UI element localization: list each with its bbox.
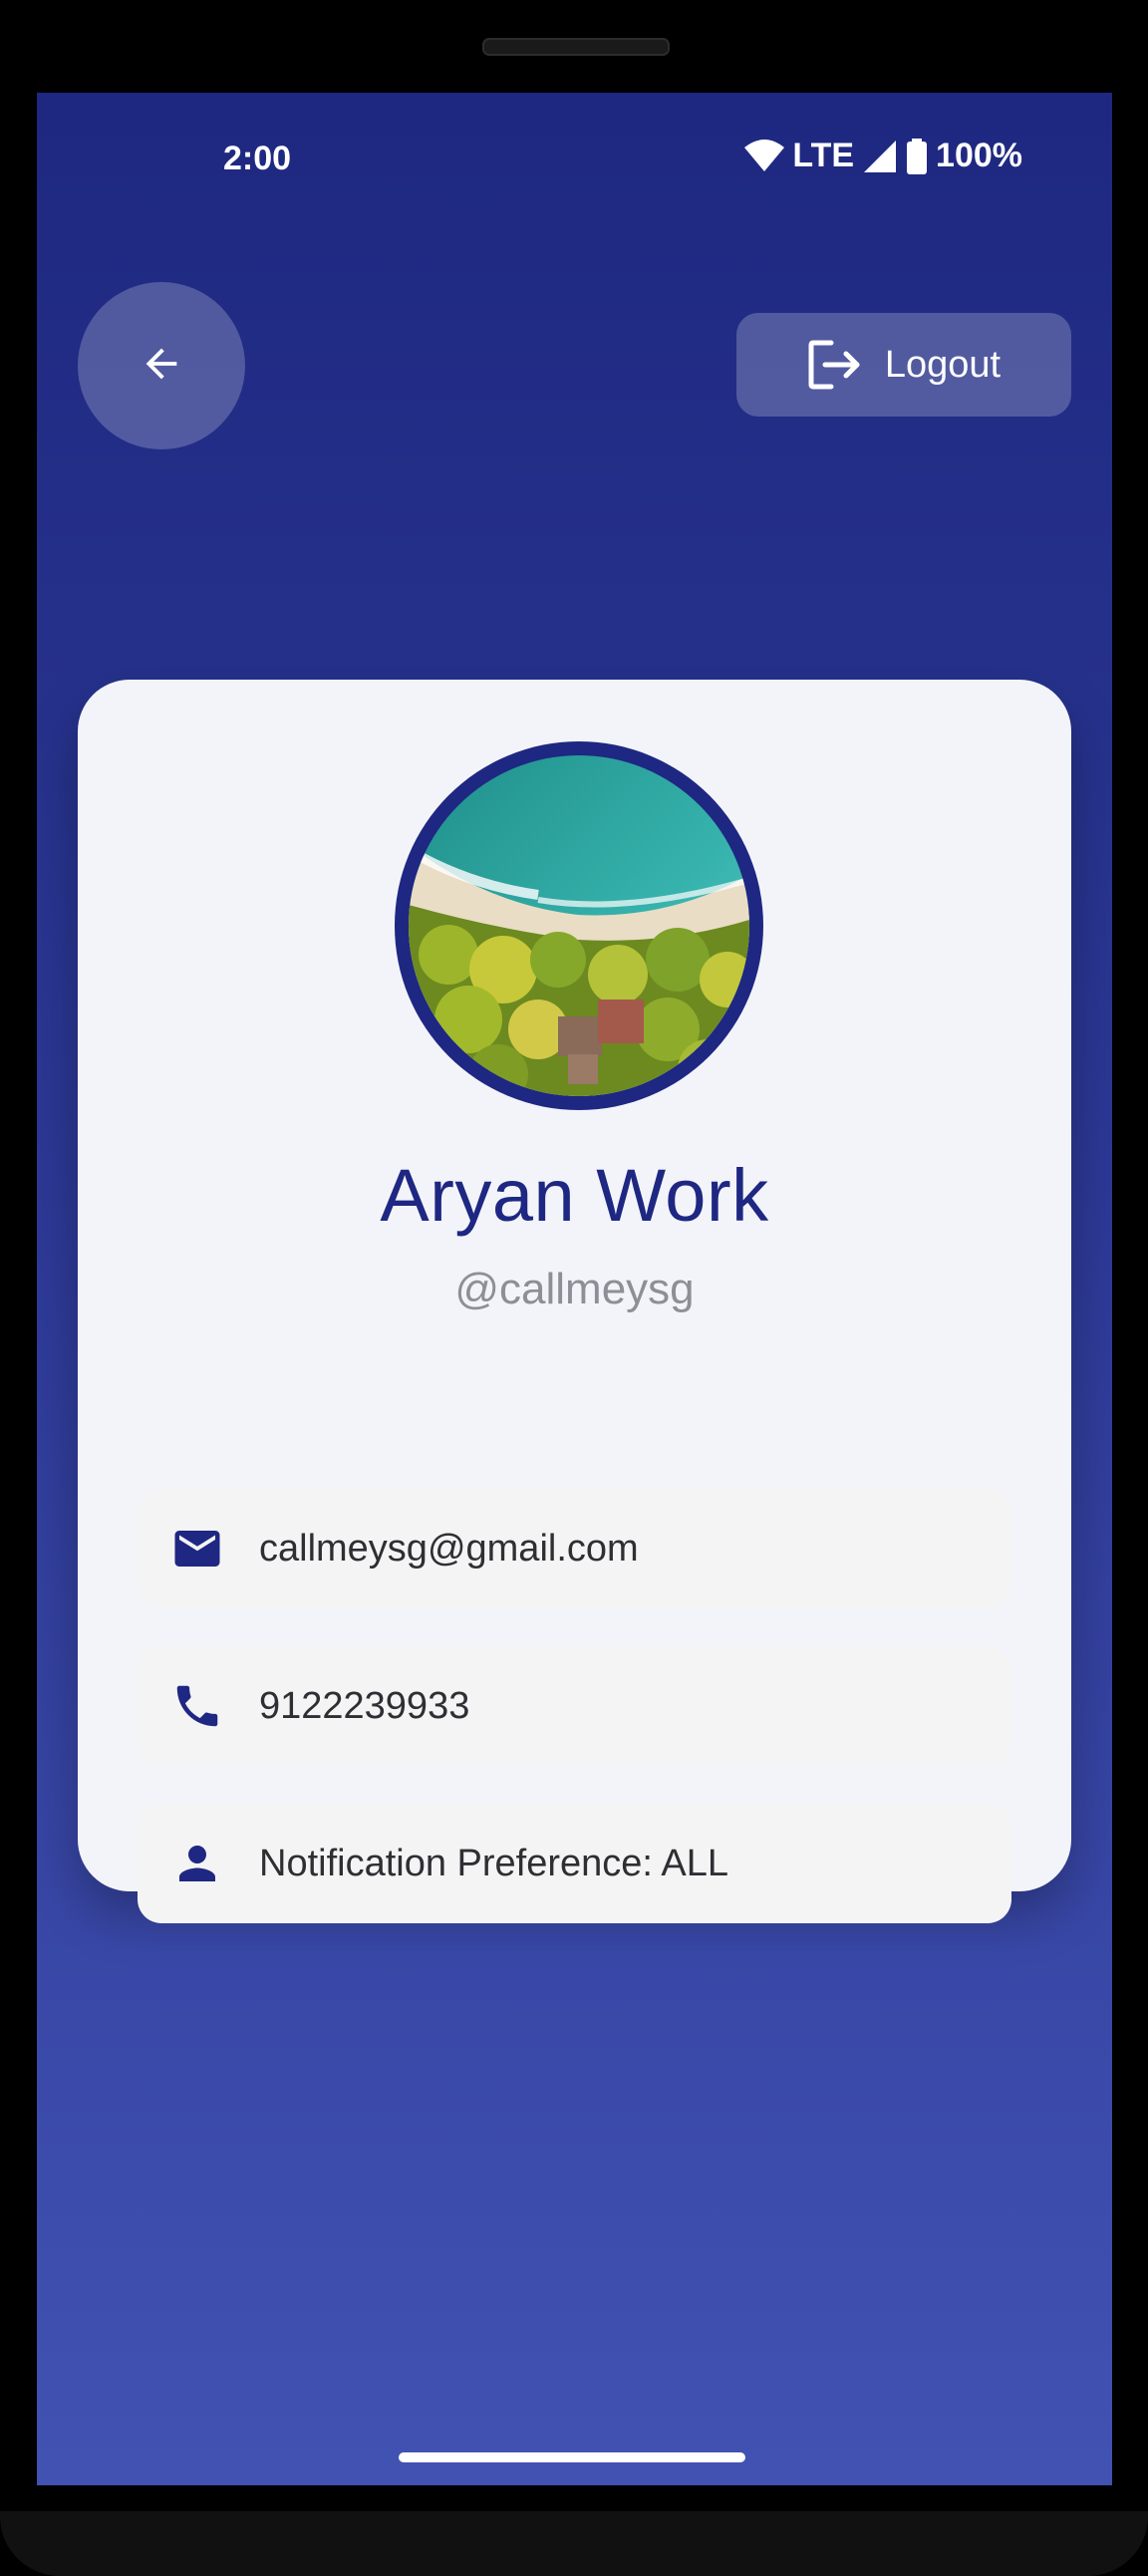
status-time: 2:00 — [223, 140, 292, 177]
avatar[interactable] — [409, 755, 749, 1096]
logout-button[interactable]: Logout — [736, 313, 1071, 417]
status-icons: LTE 100% — [744, 137, 1022, 175]
logout-icon — [807, 339, 863, 391]
back-button[interactable] — [78, 282, 245, 449]
app-screen: 2:00 LTE 100% Logout Aryan Work @callmey… — [37, 93, 1112, 2485]
arrow-left-icon — [139, 341, 184, 392]
battery-icon — [906, 138, 928, 174]
mail-icon — [169, 1521, 225, 1576]
home-indicator[interactable] — [399, 2452, 745, 2462]
phone-frame: 2:00 LTE 100% Logout Aryan Work @callmey… — [0, 0, 1148, 2576]
person-icon — [169, 1836, 225, 1891]
email-text: callmeysg@gmail.com — [259, 1527, 639, 1570]
network-type: LTE — [792, 137, 855, 174]
notification-preference-text: Notification Preference: ALL — [259, 1842, 729, 1884]
notification-preference-row[interactable]: Notification Preference: ALL — [138, 1804, 1011, 1923]
avatar-ring — [395, 741, 763, 1110]
phone-text: 9122239933 — [259, 1684, 470, 1727]
earpiece-speaker — [482, 38, 670, 56]
profile-handle: @callmeysg — [454, 1265, 695, 1313]
phone-icon — [169, 1678, 225, 1734]
battery-percent: 100% — [936, 137, 1022, 174]
bottom-bezel — [0, 2511, 1148, 2576]
email-row[interactable]: callmeysg@gmail.com — [138, 1489, 1011, 1608]
logout-label: Logout — [884, 343, 1002, 386]
profile-card: Aryan Work @callmeysg callmeysg@gmail.co… — [78, 680, 1071, 1923]
profile-name: Aryan Work — [380, 1154, 769, 1237]
phone-row[interactable]: 9122239933 — [138, 1646, 1011, 1766]
signal-icon — [862, 139, 898, 174]
wifi-icon — [744, 139, 785, 173]
